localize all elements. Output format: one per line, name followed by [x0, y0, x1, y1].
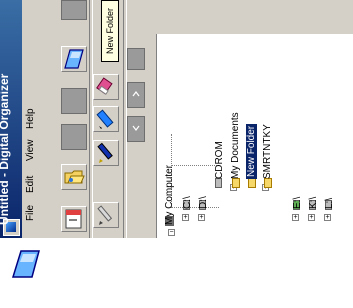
toolbar-button-top[interactable] [61, 0, 87, 20]
tree-expander[interactable]: + [292, 214, 299, 221]
tree-node-drive-l[interactable]: L:\ [324, 198, 335, 209]
document-icon [65, 209, 82, 229]
tree-expander[interactable]: + [182, 214, 189, 221]
menu-help-label: Help [25, 108, 36, 129]
title-bar[interactable]: Untitled - Digital Organizer [0, 0, 22, 238]
folder-icon [248, 178, 256, 188]
toolbar-small-button-2[interactable] [127, 82, 145, 108]
eraser-icon [96, 77, 113, 95]
eraser-button[interactable] [93, 74, 119, 100]
tree-expander[interactable]: + [198, 214, 205, 221]
document-button[interactable] [61, 206, 87, 232]
menu-edit-label: Edit [25, 175, 36, 193]
tree-node-cdrom[interactable]: CDROM [214, 141, 225, 179]
chevron-down-icon [132, 125, 140, 131]
menu-view-label: View [25, 139, 36, 162]
folder-icon [232, 178, 240, 188]
chevron-up-icon [132, 91, 140, 97]
window-title: Untitled - Digital Organizer [0, 73, 11, 225]
tree-line [171, 165, 219, 166]
tree-node-drive-c[interactable]: C:\ [182, 196, 193, 209]
tree-expander[interactable]: − [168, 229, 175, 236]
tree-node-drive-d[interactable]: D:\ [198, 196, 209, 209]
app-window: Untitled - Digital Organizer File Edit V… [0, 0, 353, 238]
toolbar-button-blank-1[interactable] [61, 88, 87, 114]
tree-node-new-folder[interactable]: New Folder [246, 123, 257, 179]
folder-parallelogram-icon [11, 250, 40, 278]
marker-icon [96, 109, 114, 129]
folder-parallelogram-icon [64, 49, 84, 69]
toolbar-small-button-1[interactable] [127, 48, 145, 70]
tree-node-drive-k[interactable]: K:\ [308, 197, 319, 209]
tooltip-text: New Folder [105, 7, 115, 55]
menu-edit[interactable]: Edit [23, 175, 38, 200]
marker-button[interactable] [93, 106, 119, 132]
open-folder-icon [64, 170, 85, 184]
menu-view[interactable]: View [23, 139, 38, 172]
drive-icon [215, 178, 222, 188]
toolbar-small-button-3[interactable] [127, 116, 145, 142]
tree-expander[interactable]: + [308, 214, 315, 221]
menu-file[interactable]: File [23, 204, 38, 228]
menu-bar: File Edit View Help [22, 0, 40, 238]
pen-button[interactable] [93, 140, 119, 166]
pen-icon [97, 142, 113, 163]
open-button[interactable] [61, 164, 87, 190]
new-folder-button[interactable] [61, 46, 87, 72]
menu-file-label: File [25, 204, 36, 221]
toolbar-button-blank-2[interactable] [61, 124, 87, 150]
upper-panel [157, 0, 353, 35]
tree-expander[interactable]: + [324, 214, 331, 221]
menu-help[interactable]: Help [23, 108, 38, 140]
tree-node-my-documents[interactable]: My Documents [230, 112, 241, 179]
tooltip: New Folder [101, 0, 119, 62]
folder-tree: − My Computer + C:\ + D:\ CDROM + My Doc… [156, 34, 353, 238]
tree-node-root[interactable]: My Computer [164, 165, 175, 225]
tree-node-drive-e[interactable]: E:\ [292, 197, 303, 209]
folder-icon [264, 178, 272, 188]
pencil-button[interactable] [93, 202, 119, 228]
tree-node-smrtntky[interactable]: SMRTNTKY [262, 124, 273, 179]
toolbar [39, 0, 149, 238]
tree-line [171, 207, 219, 208]
pencil-icon [97, 205, 113, 225]
